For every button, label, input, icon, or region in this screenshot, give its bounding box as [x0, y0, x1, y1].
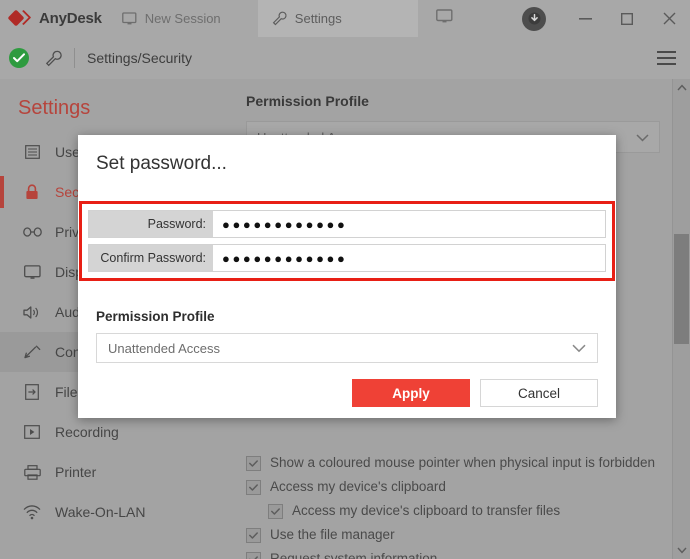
confirm-password-label: Confirm Password:	[89, 245, 213, 271]
chevron-down-icon	[572, 341, 586, 356]
extra-monitor-button[interactable]	[418, 0, 471, 37]
sidebar-item-wake-on-lan-label: Wake-On-LAN	[55, 504, 146, 520]
dialog-permission-profile-heading: Permission Profile	[96, 309, 215, 324]
checkbox-row[interactable]: Access my device's clipboard to transfer…	[246, 502, 662, 519]
checkbox-checked-icon	[246, 552, 261, 559]
dialog-permission-profile-select[interactable]: Unattended Access	[96, 333, 598, 363]
wrench-icon	[272, 11, 287, 26]
tab-settings-label: Settings	[294, 11, 342, 26]
app-logo: AnyDesk	[0, 0, 108, 37]
main-scrollbar[interactable]	[672, 79, 690, 559]
monitor-icon	[121, 11, 137, 26]
main-heading: Permission Profile	[246, 93, 369, 109]
breadcrumb: Settings/Security	[87, 50, 193, 66]
chevron-down-icon[interactable]	[673, 542, 690, 559]
monitor-icon	[22, 263, 42, 281]
lock-icon	[22, 183, 42, 201]
glasses-icon	[22, 223, 42, 241]
dialog-permission-profile-value: Unattended Access	[108, 340, 221, 356]
checkbox-checked-icon	[246, 528, 261, 543]
checkbox-row[interactable]: Use the file manager	[246, 526, 662, 543]
dialog-title: Set password...	[96, 153, 227, 174]
tab-new-session-label: New Session	[144, 11, 221, 26]
wifi-icon	[22, 503, 42, 521]
sidebar-item-printer[interactable]: Printer	[0, 452, 232, 492]
sidebar-item-printer-label: Printer	[55, 464, 97, 480]
status-bar: Settings/Security	[0, 37, 690, 80]
checkbox-row[interactable]: Access my device's clipboard	[246, 478, 662, 495]
apply-button[interactable]: Apply	[352, 379, 470, 407]
close-button[interactable]	[648, 0, 690, 37]
anydesk-logo-icon	[7, 9, 32, 27]
checkbox-row[interactable]: Request system information	[246, 550, 662, 559]
sidebar-item-wake-on-lan[interactable]: Wake-On-LAN	[0, 492, 232, 532]
password-fields-highlight: Password: ●●●●●●●●●●●● Confirm Password:…	[79, 201, 615, 281]
sidebar-item-file-label: File	[55, 384, 78, 400]
confirm-password-input[interactable]: ●●●●●●●●●●●●	[213, 245, 605, 271]
password-field-row[interactable]: Password: ●●●●●●●●●●●●	[88, 210, 606, 238]
checkbox-row[interactable]: Show a coloured mouse pointer when physi…	[246, 454, 662, 471]
checkbox-label: Access my device's clipboard	[270, 479, 446, 494]
file-icon	[22, 383, 42, 401]
checkbox-checked-icon	[268, 504, 283, 519]
tab-settings[interactable]: Settings	[257, 0, 418, 37]
green-check-circle-icon	[9, 48, 29, 68]
maximize-button[interactable]	[606, 0, 648, 37]
status-divider	[74, 48, 75, 68]
checkbox-label: Use the file manager	[270, 527, 395, 542]
titlebar-spacer	[471, 0, 522, 37]
play-box-icon	[22, 423, 42, 441]
password-label: Password:	[89, 211, 213, 237]
app-name-label: AnyDesk	[39, 10, 102, 27]
anydesk-window: AnyDesk New Session Settings Settings/Se…	[0, 0, 690, 559]
minimize-button[interactable]	[564, 0, 606, 37]
hamburger-menu-icon[interactable]	[657, 51, 676, 65]
wrench-icon	[45, 50, 62, 67]
confirm-password-field-row[interactable]: Confirm Password: ●●●●●●●●●●●●	[88, 244, 606, 272]
list-icon	[22, 143, 42, 161]
dialog-actions: Apply Cancel	[352, 379, 598, 407]
cancel-button[interactable]: Cancel	[480, 379, 598, 407]
checkbox-checked-icon	[246, 480, 261, 495]
set-password-dialog: Set password... Password: ●●●●●●●●●●●● C…	[78, 135, 616, 418]
obscured-text-row	[246, 427, 250, 442]
tab-new-session[interactable]: New Session	[108, 0, 258, 37]
chevron-down-icon	[636, 130, 649, 145]
speaker-icon	[22, 303, 42, 321]
checkbox-checked-icon	[246, 456, 261, 471]
scrollbar-thumb[interactable]	[674, 234, 689, 344]
sidebar-item-recording-label: Recording	[55, 424, 119, 440]
checkbox-label: Request system information	[270, 551, 438, 559]
password-input[interactable]: ●●●●●●●●●●●●	[213, 211, 605, 237]
antenna-icon	[22, 343, 42, 361]
sidebar-title: Settings	[18, 97, 91, 119]
checkbox-label: Access my device's clipboard to transfer…	[292, 503, 561, 518]
monitor-icon	[435, 8, 453, 29]
chevron-up-icon[interactable]	[673, 79, 690, 96]
sidebar-item-recording[interactable]: Recording	[0, 412, 232, 452]
permission-checkbox-list: Show a coloured mouse pointer when physi…	[246, 454, 662, 559]
printer-icon	[22, 463, 42, 481]
title-bar: AnyDesk New Session Settings	[0, 0, 690, 37]
download-circle-icon[interactable]	[522, 6, 546, 31]
checkbox-label: Show a coloured mouse pointer when physi…	[270, 455, 655, 470]
